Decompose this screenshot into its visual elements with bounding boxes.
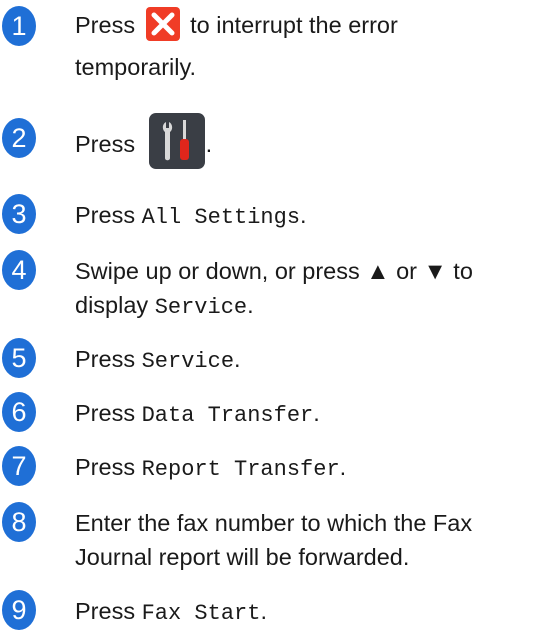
step-prefix: Press — [75, 202, 136, 228]
step-number: 4 — [2, 250, 36, 290]
step-suffix: . — [247, 292, 254, 318]
step-prefix: Press — [75, 454, 136, 480]
cancel-x-icon — [145, 6, 180, 41]
step-prefix: Press — [75, 12, 136, 38]
step-text: Press All Settings. — [75, 198, 527, 235]
step-prefix: Press — [75, 346, 136, 372]
menu-option-fax-start: Fax Start — [141, 601, 261, 626]
step-number: 8 — [2, 502, 36, 542]
step-text: Press Data Transfer. — [75, 396, 527, 433]
step-number: 6 — [2, 392, 36, 432]
step-text-line2: Journal report will be forwarded. — [75, 544, 410, 570]
step-suffix: . — [339, 454, 347, 480]
step-suffix: . — [234, 346, 241, 372]
step-suffix: . — [313, 400, 320, 426]
step-number: 5 — [2, 338, 36, 378]
step-number: 9 — [2, 590, 36, 630]
step-text: Enter the fax number to which the Fax — [75, 510, 473, 536]
step-text: Press Report Transfer. — [75, 450, 527, 487]
step-text: Press . — [75, 113, 527, 170]
step-suffix: . — [205, 131, 213, 158]
step-text-line2: display Service. — [75, 288, 527, 325]
step-text-line2: temporarily. — [75, 54, 197, 80]
step-number: 1 — [2, 6, 36, 46]
step-prefix: Press — [75, 598, 136, 624]
step-suffix: to interrupt the error — [190, 12, 398, 38]
step-text: Press Service. — [75, 342, 527, 379]
step-prefix: Press — [75, 131, 136, 158]
step-suffix: . — [260, 598, 267, 624]
settings-tools-icon — [148, 113, 205, 169]
step-number: 3 — [2, 194, 36, 234]
step-text: Swipe up or down, or press ▲ or ▼ to — [75, 258, 473, 284]
step-number: 2 — [2, 118, 36, 158]
step-prefix: display — [75, 292, 149, 318]
step-prefix: Press — [75, 400, 136, 426]
step-text: Press Fax Start. — [75, 594, 527, 631]
step-suffix: . — [300, 202, 307, 228]
step-number: 7 — [2, 446, 36, 486]
menu-option-data-transfer: Data Transfer — [141, 403, 314, 428]
step-text: Press to interrupt the error — [75, 6, 527, 42]
menu-option-service: Service — [154, 295, 248, 320]
menu-option-report-transfer: Report Transfer — [141, 457, 340, 482]
menu-option-service: Service — [141, 349, 235, 374]
menu-option-all-settings: All Settings — [141, 205, 301, 230]
